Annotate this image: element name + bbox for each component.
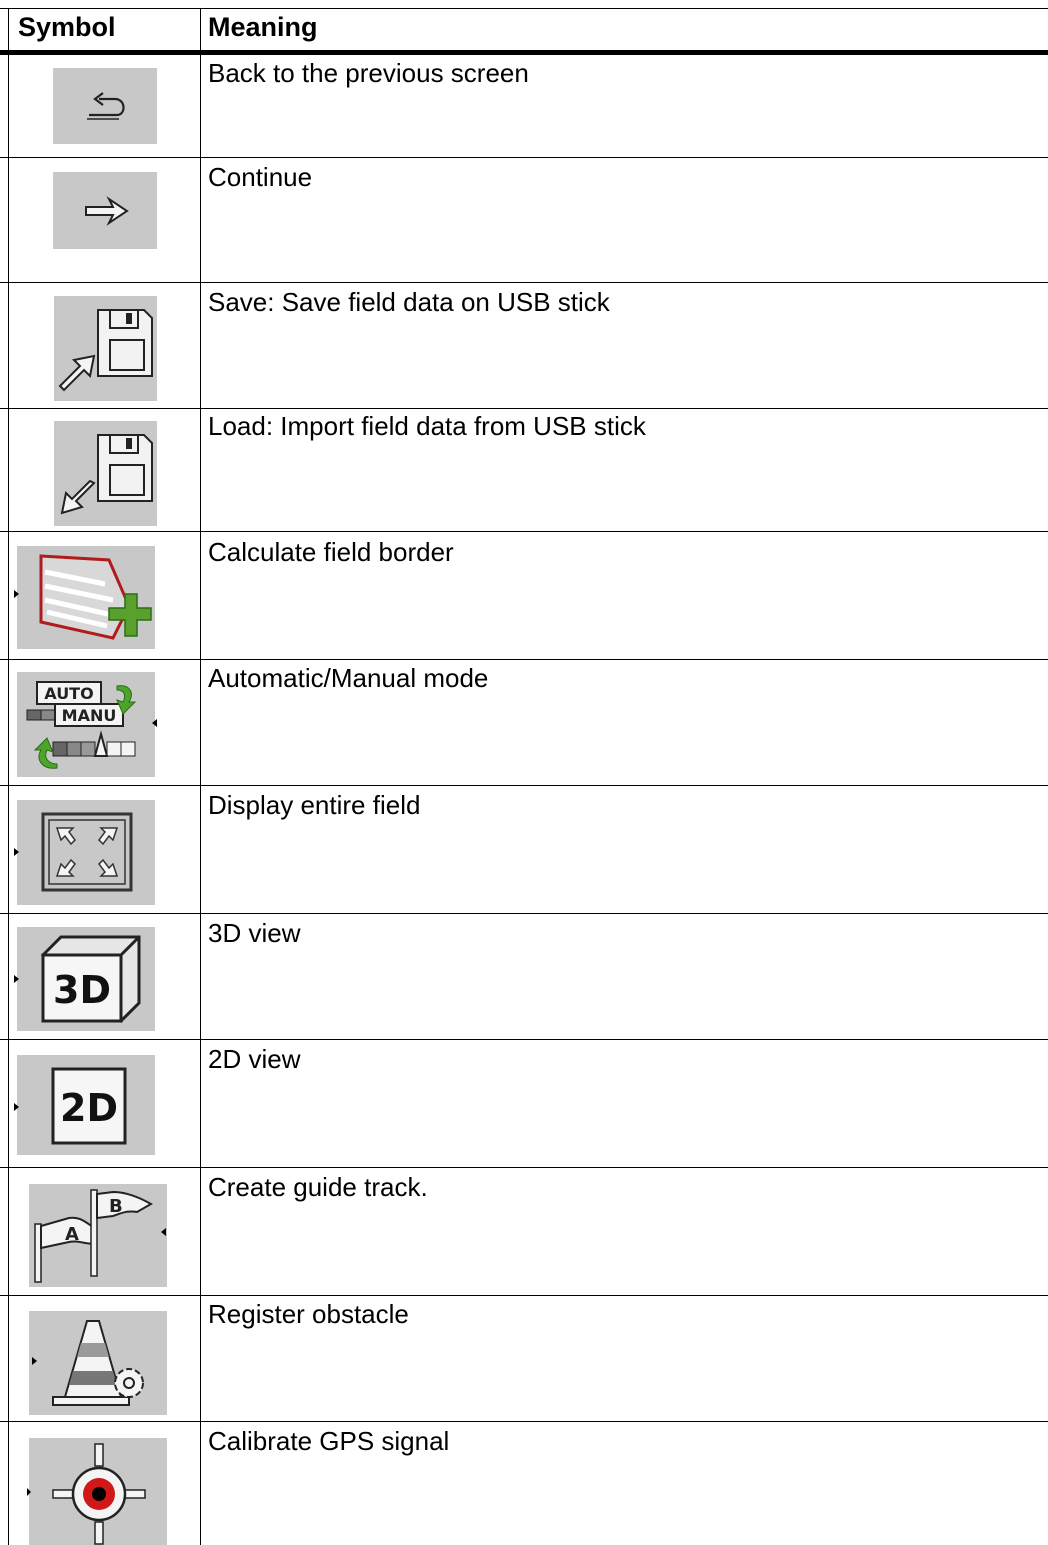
meaning-text: 3D view [208, 918, 301, 948]
continue-icon [53, 172, 157, 249]
column-divider [200, 8, 201, 1545]
flag-a-text: A [65, 1224, 79, 1245]
save-usb-icon [54, 296, 157, 401]
table-top-border [0, 8, 1048, 9]
field-border-add-icon [14, 546, 155, 649]
indicator-marker [32, 1357, 37, 1365]
indicator-marker [14, 590, 19, 598]
row-divider [0, 157, 1048, 158]
row-divider [0, 785, 1048, 786]
meaning-text: Continue [208, 162, 313, 192]
row-divider [0, 531, 1048, 532]
meaning-text: Calibrate GPS signal [208, 1426, 450, 1456]
row-divider [0, 659, 1048, 660]
meaning-text: Calculate field border [208, 537, 454, 567]
row-divider [0, 1295, 1048, 1296]
indicator-marker [27, 1488, 31, 1496]
indicator-marker [14, 848, 19, 856]
load-usb-icon [54, 421, 157, 526]
view-3d-icon: 3D [14, 927, 155, 1031]
meaning-text: Save: Save field data on USB stick [208, 287, 610, 317]
indicator-marker [152, 719, 157, 727]
meaning-text: Automatic/Manual mode [208, 663, 489, 693]
back-icon [53, 68, 157, 144]
view-2d-icon: 2D [14, 1055, 155, 1155]
indicator-marker [14, 1103, 19, 1111]
header-meaning: Meaning [208, 12, 318, 42]
meaning-text: Display entire field [208, 790, 421, 820]
row-divider [0, 913, 1048, 914]
2d-text: 2D [60, 1086, 118, 1130]
row-divider [0, 408, 1048, 409]
display-field-icon [14, 800, 155, 905]
obstacle-cone-icon [29, 1311, 167, 1415]
row-divider [0, 1167, 1048, 1168]
row-divider [0, 282, 1048, 283]
gps-target-icon [27, 1438, 167, 1545]
auto-text: AUTO [44, 684, 93, 703]
3d-text: 3D [53, 968, 111, 1012]
meaning-text: Create guide track. [208, 1172, 428, 1202]
meaning-text: Back to the previous screen [208, 58, 529, 88]
flag-b-text: B [109, 1196, 123, 1217]
header-symbol: Symbol [18, 12, 116, 42]
meaning-text: Register obstacle [208, 1299, 409, 1329]
manu-text: MANU [62, 706, 117, 725]
meaning-text: Load: Import field data from USB stick [208, 411, 646, 441]
guide-track-flags-icon: A B [29, 1184, 167, 1287]
auto-manual-icon: AUTO MANU [17, 672, 157, 777]
indicator-marker [14, 975, 19, 983]
table-left-border [8, 8, 9, 1545]
header-separator [0, 50, 1048, 55]
meaning-text: 2D view [208, 1044, 301, 1074]
row-divider [0, 1039, 1048, 1040]
indicator-marker [161, 1228, 166, 1236]
row-divider [0, 1421, 1048, 1422]
